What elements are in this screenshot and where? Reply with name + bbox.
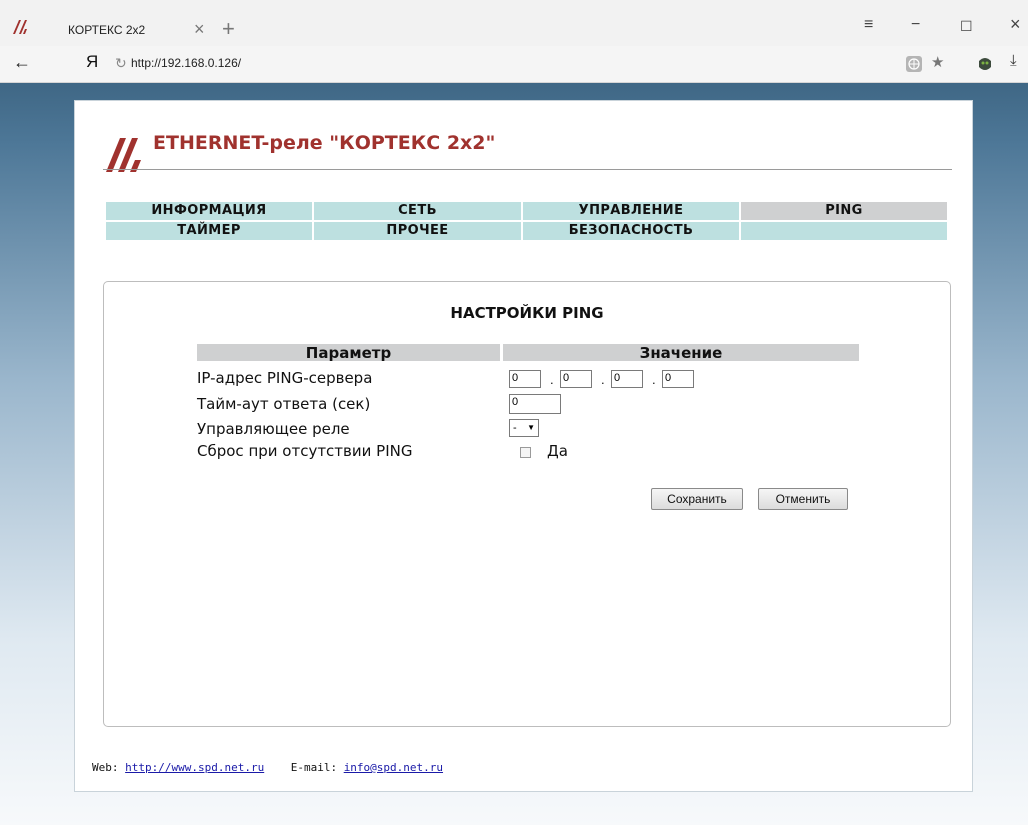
column-header-value: Значение bbox=[503, 344, 859, 362]
ip-octet-2[interactable]: 0 bbox=[560, 370, 592, 388]
menu-icon[interactable]: ≡ bbox=[864, 16, 873, 34]
ip-label: IP-адрес PING-сервера bbox=[197, 369, 373, 387]
window-close-icon[interactable]: × bbox=[1010, 14, 1021, 35]
yandex-icon[interactable]: Я bbox=[86, 52, 98, 72]
ping-settings-panel: НАСТРОЙКИ PING Параметр Значение IP-адре… bbox=[103, 281, 951, 727]
ip-separator: . bbox=[652, 372, 656, 387]
reload-icon[interactable]: ↻ bbox=[115, 55, 127, 72]
save-button[interactable]: Сохранить bbox=[651, 488, 743, 510]
relay-select[interactable]: - ▼ bbox=[509, 419, 539, 437]
tab-title: КОРТЕКС 2x2 bbox=[68, 23, 146, 37]
relay-label: Управляющее реле bbox=[197, 420, 350, 438]
reset-checkbox[interactable] bbox=[520, 447, 531, 458]
download-icon[interactable]: ⤓ bbox=[1010, 52, 1017, 69]
globe-icon[interactable] bbox=[906, 56, 922, 72]
nav-menu: ИНФОРМАЦИЯ СЕТЬ УПРАВЛЕНИЕ PING ТАЙМЕР П… bbox=[106, 202, 949, 240]
table-header: Параметр Значение bbox=[197, 344, 859, 362]
new-tab-icon[interactable]: + bbox=[222, 16, 235, 42]
minimize-icon[interactable]: − bbox=[911, 16, 920, 34]
relay-select-value: - bbox=[513, 422, 517, 434]
nav-item-info[interactable]: ИНФОРМАЦИЯ bbox=[106, 202, 314, 220]
nav-item-empty bbox=[741, 222, 949, 240]
dropdown-arrow-icon: ▼ bbox=[527, 423, 535, 432]
page-title: ETHERNET-реле "КОРТЕКС 2x2" bbox=[153, 132, 496, 154]
footer-email-label: E-mail: bbox=[290, 761, 338, 774]
ip-separator: . bbox=[601, 372, 605, 387]
footer-email-link[interactable]: info@spd.net.ru bbox=[344, 761, 443, 774]
nav-item-control[interactable]: УПРАВЛЕНИЕ bbox=[523, 202, 741, 220]
extension-icon[interactable] bbox=[976, 55, 994, 73]
nav-item-timer[interactable]: ТАЙМЕР bbox=[106, 222, 314, 240]
browser-tab-bar: КОРТЕКС 2x2 × + ≡ − ☐ × bbox=[0, 0, 1028, 46]
ip-octet-3[interactable]: 0 bbox=[611, 370, 643, 388]
ip-octet-1[interactable]: 0 bbox=[509, 370, 541, 388]
footer: Web: http://www.spd.net.ru E-mail: info@… bbox=[92, 761, 443, 774]
timeout-input[interactable]: 0 bbox=[509, 394, 561, 414]
nav-item-other[interactable]: ПРОЧЕЕ bbox=[314, 222, 523, 240]
browser-tab[interactable]: КОРТЕКС 2x2 × bbox=[50, 18, 230, 46]
back-icon[interactable]: ← bbox=[13, 52, 31, 73]
nav-item-network[interactable]: СЕТЬ bbox=[314, 202, 523, 220]
tab-close-icon[interactable]: × bbox=[194, 19, 205, 40]
nav-item-security[interactable]: БЕЗОПАСНОСТЬ bbox=[523, 222, 741, 240]
timeout-label: Тайм-аут ответа (сек) bbox=[197, 395, 371, 413]
footer-web-label: Web: bbox=[92, 761, 119, 774]
reset-label: Сброс при отсутствии PING bbox=[197, 442, 413, 460]
footer-web-link[interactable]: http://www.spd.net.ru bbox=[125, 761, 264, 774]
reset-checkbox-label: Да bbox=[547, 442, 568, 460]
panel-title: НАСТРОЙКИ PING bbox=[450, 304, 604, 322]
maximize-icon[interactable]: ☐ bbox=[960, 18, 973, 35]
ip-separator: . bbox=[550, 372, 554, 387]
header-divider bbox=[103, 169, 952, 170]
app-logo-icon bbox=[13, 20, 27, 34]
column-header-param: Параметр bbox=[197, 344, 500, 362]
bookmark-star-icon[interactable]: ★ bbox=[931, 53, 944, 71]
cancel-button[interactable]: Отменить bbox=[758, 488, 848, 510]
ip-octet-4[interactable]: 0 bbox=[662, 370, 694, 388]
url-field[interactable]: http://192.168.0.126/ bbox=[131, 52, 911, 74]
address-bar: ← Я ↻ http://192.168.0.126/ ★ ⤓ bbox=[0, 46, 1028, 83]
nav-item-ping[interactable]: PING bbox=[741, 202, 949, 220]
